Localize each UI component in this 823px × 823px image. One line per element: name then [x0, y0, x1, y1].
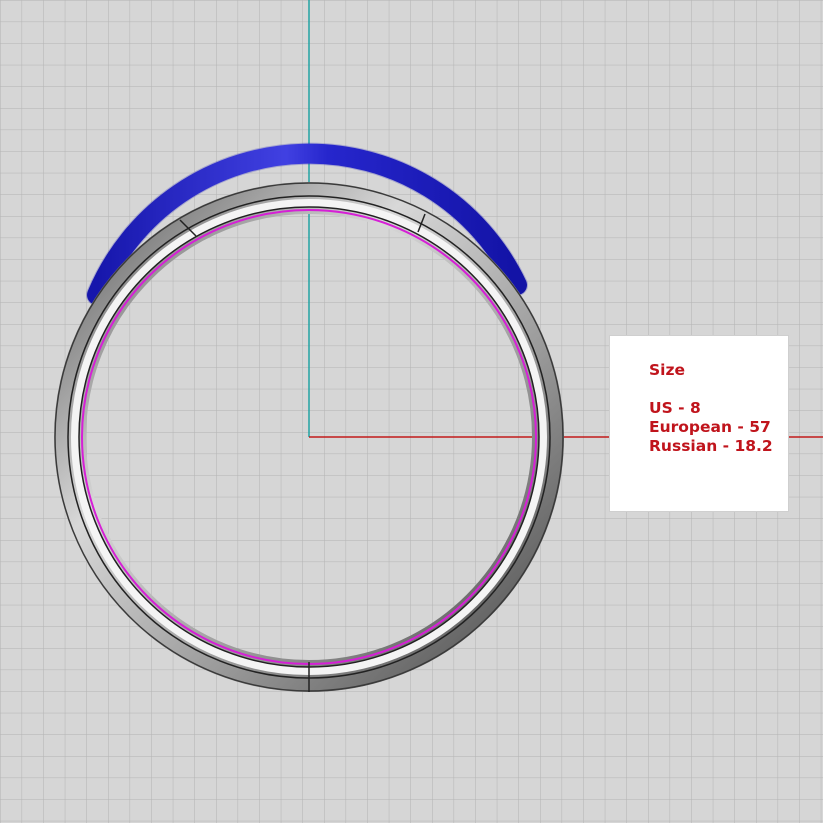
size-russian: Russian - 18.2	[649, 437, 773, 455]
size-us: US - 8	[649, 399, 701, 417]
size-title: Size	[649, 361, 686, 379]
size-european: European - 57	[649, 418, 771, 436]
size-info-panel: Size US - 8 European - 57 Russian - 18.2	[610, 336, 788, 511]
